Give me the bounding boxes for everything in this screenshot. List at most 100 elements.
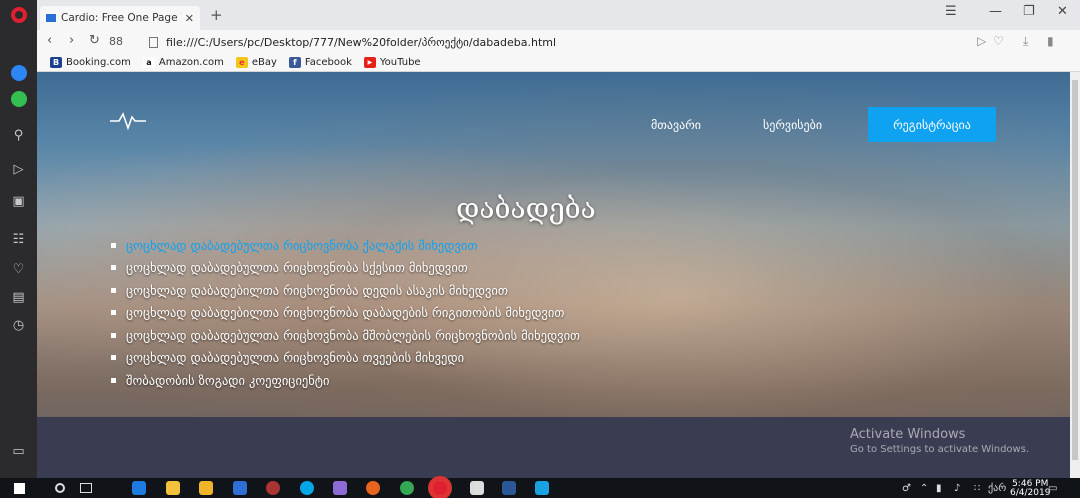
web-page: მთავარი სერვისები რეგისტრაცია დაბადება ც… (37, 72, 1070, 478)
firefox-icon[interactable] (366, 481, 380, 495)
bookmark-label: eBay (251, 57, 277, 68)
opera-taskbar-icon[interactable] (433, 481, 447, 495)
news-icon[interactable]: ▤ (0, 286, 37, 308)
list-item[interactable]: ცოცხლად დაბადებილთა რიცხოვნობა დაბადების… (111, 302, 580, 325)
people-icon[interactable]: ♂ (902, 483, 911, 494)
snapshot-icon[interactable]: ▷ (977, 34, 986, 48)
app-icon[interactable] (233, 481, 247, 495)
bullet-icon (111, 310, 116, 316)
bullet-icon (111, 287, 116, 293)
watermark-title: Activate Windows (850, 427, 966, 442)
tab-favicon-icon (46, 14, 56, 22)
close-window-button[interactable]: ✕ (1057, 4, 1068, 19)
watermark-subtitle: Go to Settings to activate Windows. (850, 444, 1030, 455)
address-field[interactable]: file:///C:/Users/pc/Desktop/777/New%20fo… (149, 33, 969, 51)
page-icon (149, 36, 158, 48)
store-icon[interactable] (166, 481, 180, 495)
tab-strip: Cardio: Free One Page Ten ✕ + ☰ — ❐ ✕ (37, 0, 1080, 30)
history-icon[interactable]: ◷ (0, 314, 37, 336)
tab-title: Cardio: Free One Page Ten (61, 12, 181, 24)
battery-icon[interactable]: ▮ (1047, 34, 1054, 48)
camera-icon[interactable]: ▣ (0, 190, 37, 212)
easy-setup-icon[interactable]: ☰ (945, 4, 957, 19)
facebook-icon: f (288, 57, 301, 68)
app-icon[interactable] (333, 481, 347, 495)
speed-dial-button[interactable]: 88 (109, 35, 123, 48)
list-item[interactable]: ცოცხლად დაბადებულთა რიცხოვნობა ქალაქის მ… (111, 234, 580, 257)
network-icon[interactable]: ∷ (974, 483, 980, 494)
tab-close-button[interactable]: ✕ (185, 12, 194, 25)
youtube-icon: ▶ (363, 57, 376, 68)
list-item[interactable]: ცოცხლად დაბადებულთა რიცხოვნობა თვეების მ… (111, 347, 580, 370)
bookmark-label: Facebook (304, 57, 352, 68)
tray-chevron-icon[interactable]: ⌃ (920, 483, 928, 494)
send-icon[interactable]: ▷ (0, 158, 37, 180)
nav-services-link[interactable]: სერვისები (763, 118, 822, 132)
list-item[interactable]: ცოცხლად დაბადებილთა რიცხოვნობა დედის ასა… (111, 279, 580, 302)
media-icon[interactable] (266, 481, 280, 495)
activate-windows-watermark: Activate Windows Go to Settings to activ… (850, 427, 1029, 455)
cortana-icon[interactable] (55, 483, 65, 493)
mail-icon[interactable] (470, 481, 484, 495)
download-icon[interactable]: ⤓ (1023, 34, 1028, 49)
bookmarks-bar: B Booking.com a Amazon.com e eBay f Face… (37, 54, 1080, 72)
windows-start-icon[interactable] (14, 483, 25, 494)
list-item[interactable]: შობადობის ზოგადი კოეფიციენტი (111, 369, 580, 392)
bullet-icon (111, 265, 116, 271)
bookmark-booking[interactable]: B Booking.com (50, 57, 131, 68)
address-bar-row: ‹ › ↻ 88 file:///C:/Users/pc/Desktop/777… (37, 30, 1080, 54)
heart-icon[interactable]: ♡ (0, 258, 37, 280)
booking-icon: B (50, 57, 62, 68)
bookmark-label: YouTube (379, 57, 421, 68)
amazon-icon: a (142, 57, 155, 68)
birth-stats-list: ცოცხლად დაბადებულთა რიცხოვნობა ქალაქის მ… (111, 234, 580, 392)
reload-button[interactable]: ↻ (89, 33, 100, 48)
nav-home-link[interactable]: მთავარი (651, 118, 701, 132)
file-explorer-icon[interactable] (199, 481, 213, 495)
bullet-icon (111, 242, 116, 248)
opera-sidebar: ⚲ ▷ ▣ ☷ ♡ ▤ ◷ ▭ (0, 0, 37, 478)
page-title: დაბადება (456, 192, 596, 225)
word-icon[interactable] (502, 481, 516, 495)
browser-tab[interactable]: Cardio: Free One Page Ten ✕ (40, 6, 200, 30)
minimize-button[interactable]: — (989, 4, 1002, 19)
bullet-icon (111, 355, 116, 361)
battery-tray-icon[interactable]: ▮ (936, 483, 942, 494)
bookmark-label: Booking.com (66, 57, 131, 68)
messenger-icon[interactable] (0, 62, 37, 84)
list-item[interactable]: ცოცხლად დაბადებულთა რიცხოვნობა სქესით მი… (111, 257, 580, 280)
speed-dial-icon[interactable]: ☷ (0, 228, 37, 250)
restore-button[interactable]: ❐ (1023, 4, 1035, 19)
bookmark-label: Amazon.com (158, 57, 224, 68)
back-button[interactable]: ‹ (47, 33, 52, 48)
windows-taskbar (0, 478, 1080, 498)
clock-date: 6/4/2019 (1010, 488, 1051, 498)
forward-button[interactable]: › (69, 33, 74, 48)
bookmark-facebook[interactable]: f Facebook (288, 57, 352, 68)
notifications-icon[interactable]: ▭ (1048, 483, 1057, 494)
new-tab-button[interactable]: + (210, 6, 223, 24)
edge-icon[interactable] (132, 481, 146, 495)
taskbar-clock[interactable]: 5:46 PM 6/4/2019 (1010, 480, 1050, 498)
volume-icon[interactable]: ♪ (954, 483, 960, 494)
bullet-icon (111, 377, 116, 383)
task-view-icon[interactable] (80, 483, 92, 493)
sidebar-toggle-icon[interactable]: ▭ (0, 440, 37, 462)
bookmark-ebay[interactable]: e eBay (235, 57, 277, 68)
search-icon[interactable]: ⚲ (0, 124, 37, 146)
bookmark-heart-icon[interactable]: ♡ (993, 34, 1004, 48)
photos-icon[interactable] (535, 481, 549, 495)
skype-icon[interactable] (300, 481, 314, 495)
list-item[interactable]: ცოცხლად დაბადებულთა რიცხოვნობა მშობლების… (111, 324, 580, 347)
heartbeat-logo-icon[interactable] (109, 108, 147, 132)
register-button[interactable]: რეგისტრაცია (868, 107, 996, 142)
ebay-icon: e (235, 57, 248, 68)
opera-logo-icon[interactable] (0, 4, 37, 26)
chrome-icon[interactable] (400, 481, 414, 495)
scrollbar-thumb[interactable] (1072, 80, 1078, 460)
whatsapp-icon[interactable] (0, 88, 37, 110)
bookmark-youtube[interactable]: ▶ YouTube (363, 57, 421, 68)
url-text: file:///C:/Users/pc/Desktop/777/New%20fo… (166, 35, 557, 49)
language-indicator[interactable]: ქარ (988, 483, 1006, 494)
bookmark-amazon[interactable]: a Amazon.com (142, 57, 224, 68)
